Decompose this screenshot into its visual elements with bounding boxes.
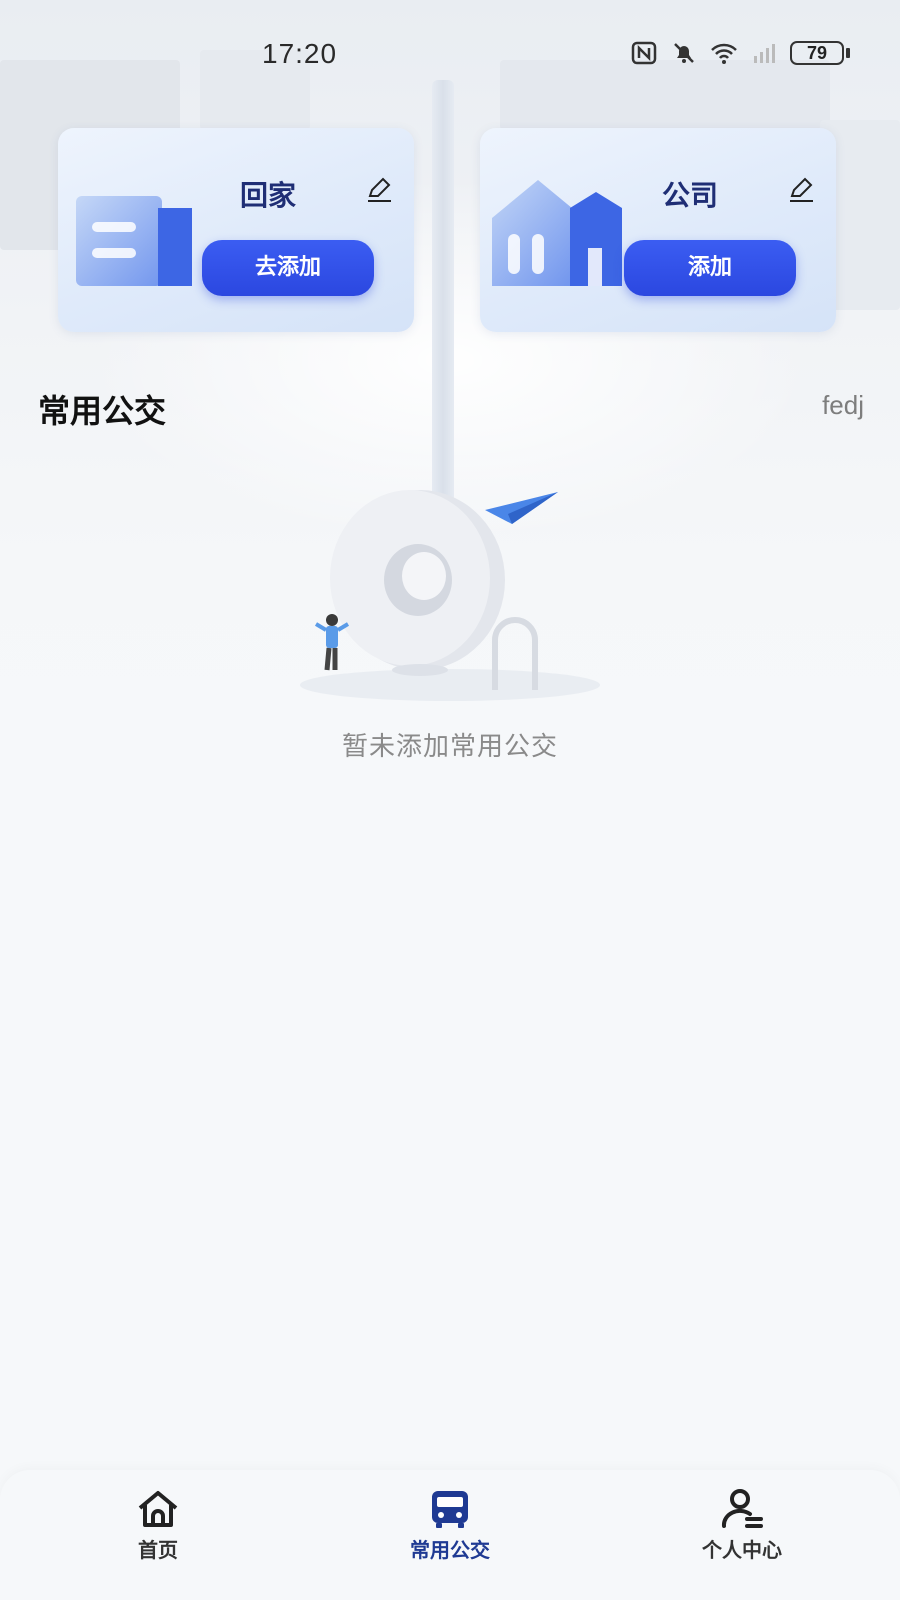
home-add-button[interactable]: 去添加 xyxy=(202,240,374,296)
battery-indicator: 79 xyxy=(790,41,844,65)
home-icon xyxy=(138,1491,178,1527)
office-building-icon xyxy=(492,180,622,286)
user-icon xyxy=(721,1489,763,1528)
home-card[interactable]: 回家 去添加 xyxy=(58,128,414,332)
empty-state-message: 暂未添加常用公交 xyxy=(341,732,558,762)
nav-home-label: 首页 xyxy=(138,1538,178,1562)
nav-bus-label: 常用公交 xyxy=(410,1538,490,1562)
nav-profile[interactable]: 个人中心 xyxy=(662,1488,822,1563)
section-right-text[interactable]: fedj xyxy=(822,390,864,421)
edit-icon[interactable] xyxy=(786,174,816,204)
wifi-icon xyxy=(711,43,737,64)
section-title: 常用公交 xyxy=(38,392,167,430)
nav-bus[interactable]: 常用公交 xyxy=(370,1488,530,1563)
status-time: 17:20 xyxy=(262,38,338,69)
empty-location-pin-illustration xyxy=(300,490,600,701)
work-add-button[interactable]: 添加 xyxy=(624,240,796,296)
bus-icon xyxy=(432,1491,468,1528)
battery-tip xyxy=(846,48,850,58)
bottom-nav: 首页 常用公交 个人中心 xyxy=(0,1470,900,1600)
home-building-icon xyxy=(76,196,192,286)
work-card[interactable]: 公司 添加 xyxy=(480,128,836,332)
nfc-icon xyxy=(631,41,657,65)
home-card-title: 回家 xyxy=(239,179,296,212)
work-card-title: 公司 xyxy=(661,179,718,212)
mute-bell-icon xyxy=(674,43,694,63)
nav-profile-label: 个人中心 xyxy=(702,1538,782,1562)
edit-icon[interactable] xyxy=(364,174,394,204)
status-bar: 17:20 79 xyxy=(0,28,900,80)
status-icons: 79 xyxy=(630,40,850,66)
signal-icon xyxy=(754,44,775,63)
nav-home[interactable]: 首页 xyxy=(78,1488,238,1563)
